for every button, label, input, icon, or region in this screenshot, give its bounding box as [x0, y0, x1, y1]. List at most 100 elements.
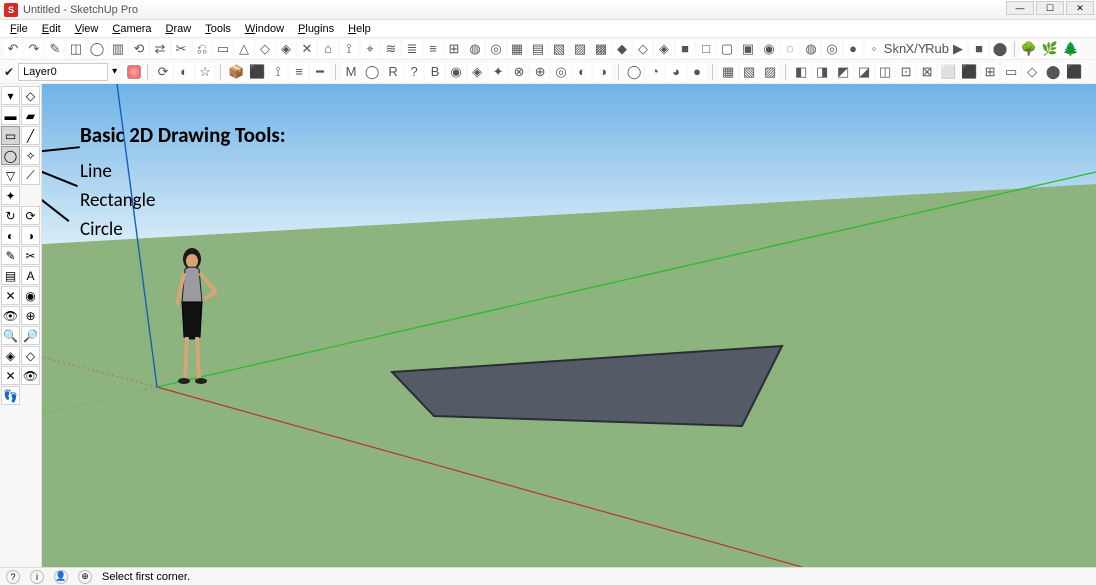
- end-icon-10[interactable]: ▭: [1002, 63, 1020, 81]
- side-tool-1-1[interactable]: ▰: [21, 106, 40, 125]
- toolbar-icon-44[interactable]: Rub: [928, 40, 946, 58]
- maximize-button[interactable]: ☐: [1036, 1, 1064, 15]
- nature-icon-1[interactable]: 🌿: [1041, 40, 1059, 58]
- menu-draw[interactable]: Draw: [160, 22, 198, 36]
- model-icon-0[interactable]: 📦: [227, 63, 245, 81]
- toolbar-icon-2[interactable]: ✎: [46, 40, 64, 58]
- nature-icon-0[interactable]: 🌳: [1020, 40, 1038, 58]
- plugin-icon-4[interactable]: B: [426, 63, 444, 81]
- toolbar-icon-18[interactable]: ≋: [382, 40, 400, 58]
- side-tool-9-1[interactable]: A: [21, 266, 40, 285]
- menu-window[interactable]: Window: [239, 22, 290, 36]
- end-icon-9[interactable]: ⊞: [981, 63, 999, 81]
- side-tool-13-0[interactable]: ◈: [1, 346, 20, 365]
- side-tool-11-0[interactable]: 👁: [1, 306, 20, 325]
- toolbar-icon-27[interactable]: ▨: [571, 40, 589, 58]
- menu-tools[interactable]: Tools: [199, 22, 237, 36]
- toolbar-icon-32[interactable]: ■: [676, 40, 694, 58]
- menu-plugins[interactable]: Plugins: [292, 22, 340, 36]
- side-tool-8-0[interactable]: ✎: [1, 246, 20, 265]
- end-icon-2[interactable]: ◩: [834, 63, 852, 81]
- toolbar-icon-23[interactable]: ◎: [487, 40, 505, 58]
- side-tool-14-1[interactable]: 👁: [21, 366, 40, 385]
- plugin-icon-2[interactable]: R: [384, 63, 402, 81]
- side-tool-14-0[interactable]: ✕: [1, 366, 20, 385]
- menu-camera[interactable]: Camera: [106, 22, 157, 36]
- status-info-icon[interactable]: i: [30, 570, 44, 584]
- view-icon-2[interactable]: ☆: [196, 63, 214, 81]
- minimize-button[interactable]: —: [1006, 1, 1034, 15]
- toolbar-icon-5[interactable]: ▥: [109, 40, 127, 58]
- menu-edit[interactable]: Edit: [36, 22, 67, 36]
- toolbar-icon-24[interactable]: ▦: [508, 40, 526, 58]
- end-icon-6[interactable]: ⊠: [918, 63, 936, 81]
- menu-view[interactable]: View: [69, 22, 105, 36]
- toolbar-icon-36[interactable]: ◉: [760, 40, 778, 58]
- plugin-icon-11[interactable]: ◐: [573, 63, 591, 81]
- toolbar-icon-33[interactable]: □: [697, 40, 715, 58]
- plugin-icon-1[interactable]: ◯: [363, 63, 381, 81]
- end-icon-3[interactable]: ◪: [855, 63, 873, 81]
- side-tool-3-1[interactable]: ✧: [21, 146, 40, 165]
- toolbar-icon-15[interactable]: ⌂: [319, 40, 337, 58]
- status-user-icon[interactable]: 👤: [54, 570, 68, 584]
- layer-dropdown-icon[interactable]: ▾: [112, 66, 117, 77]
- toolbar-icon-19[interactable]: ≣: [403, 40, 421, 58]
- toolbar-icon-30[interactable]: ◇: [634, 40, 652, 58]
- toolbar-icon-25[interactable]: ▤: [529, 40, 547, 58]
- menu-file[interactable]: File: [4, 22, 34, 36]
- toolbar-icon-34[interactable]: ▢: [718, 40, 736, 58]
- toolbar-icon-28[interactable]: ▩: [592, 40, 610, 58]
- toolbar-icon-40[interactable]: ●: [844, 40, 862, 58]
- toolbar-icon-4[interactable]: ◯: [88, 40, 106, 58]
- model-icon-1[interactable]: ⬛: [248, 63, 266, 81]
- view-icon-0[interactable]: ⟳: [154, 63, 172, 81]
- view-icon-1[interactable]: ◐: [175, 63, 193, 81]
- plugin-icon-8[interactable]: ⊗: [510, 63, 528, 81]
- toolbar-icon-47[interactable]: ⬤: [991, 40, 1009, 58]
- shade-icon-0[interactable]: ◯: [625, 63, 643, 81]
- side-tool-3-0[interactable]: ◯: [1, 146, 20, 165]
- cube-icon-2[interactable]: ▨: [761, 63, 779, 81]
- cube-icon-1[interactable]: ▧: [740, 63, 758, 81]
- menu-help[interactable]: Help: [342, 22, 377, 36]
- end-icon-7[interactable]: ⬜: [939, 63, 957, 81]
- toolbar-icon-22[interactable]: ◍: [466, 40, 484, 58]
- model-icon-2[interactable]: ⟟: [269, 63, 287, 81]
- viewport[interactable]: Basic 2D Drawing Tools: Line Rectangle C…: [42, 84, 1096, 567]
- side-tool-13-1[interactable]: ◇: [21, 346, 40, 365]
- status-geo-icon[interactable]: ⊕: [78, 570, 92, 584]
- toolbar-icon-11[interactable]: △: [235, 40, 253, 58]
- toolbar-icon-12[interactable]: ◇: [256, 40, 274, 58]
- side-tool-10-1[interactable]: ◉: [21, 286, 40, 305]
- toolbar-icon-9[interactable]: ⎌: [193, 40, 211, 58]
- toolbar-icon-42[interactable]: Skn: [886, 40, 904, 58]
- toolbar-icon-10[interactable]: ▭: [214, 40, 232, 58]
- side-tool-15-0[interactable]: 👣: [1, 386, 20, 405]
- close-button[interactable]: ✕: [1066, 1, 1094, 15]
- toolbar-icon-6[interactable]: ⟲: [130, 40, 148, 58]
- toolbar-icon-13[interactable]: ◈: [277, 40, 295, 58]
- toolbar-icon-37[interactable]: ◌: [781, 40, 799, 58]
- toolbar-icon-41[interactable]: ◦: [865, 40, 883, 58]
- side-tool-12-1[interactable]: 🔎: [21, 326, 40, 345]
- side-tool-9-0[interactable]: ▤: [1, 266, 20, 285]
- side-tool-4-0[interactable]: ▽: [1, 166, 20, 185]
- toolbar-icon-1[interactable]: ↷: [25, 40, 43, 58]
- side-tool-7-0[interactable]: ◐: [1, 226, 20, 245]
- toolbar-icon-43[interactable]: X/Y: [907, 40, 925, 58]
- toolbar-icon-14[interactable]: ✕: [298, 40, 316, 58]
- plugin-icon-5[interactable]: ◉: [447, 63, 465, 81]
- side-tool-6-0[interactable]: ↻: [1, 206, 20, 225]
- plugin-icon-9[interactable]: ⊕: [531, 63, 549, 81]
- plugin-icon-10[interactable]: ◎: [552, 63, 570, 81]
- side-tool-6-1[interactable]: ⟳: [21, 206, 40, 225]
- toolbar-icon-38[interactable]: ◍: [802, 40, 820, 58]
- side-tool-4-1[interactable]: ⟋: [21, 166, 40, 185]
- cube-icon-0[interactable]: ▦: [719, 63, 737, 81]
- toolbar-icon-31[interactable]: ◈: [655, 40, 673, 58]
- toolbar-icon-16[interactable]: ⟟: [340, 40, 358, 58]
- toolbar-icon-46[interactable]: ■: [970, 40, 988, 58]
- side-tool-8-1[interactable]: ✂: [21, 246, 40, 265]
- toolbar-icon-17[interactable]: ⌖: [361, 40, 379, 58]
